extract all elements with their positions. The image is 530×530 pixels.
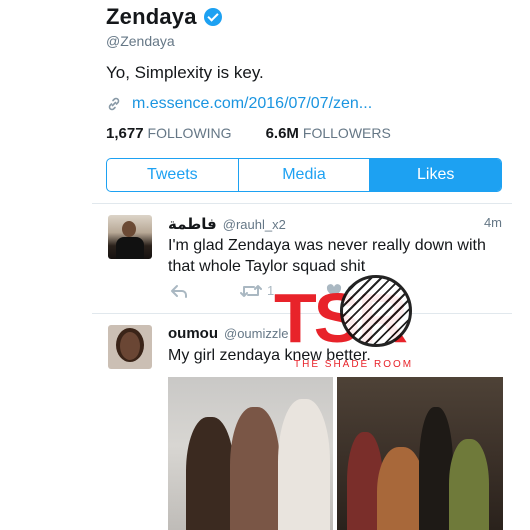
following-stat[interactable]: 1,677 FOLLOWING: [106, 125, 232, 142]
retweet-button[interactable]: 1: [240, 283, 274, 298]
photo-figure: [186, 417, 234, 530]
profile-name: Zendaya: [106, 4, 197, 29]
watermark-caption: THE SHADE ROOM: [294, 359, 414, 370]
avatar[interactable]: [108, 215, 152, 259]
verified-badge-icon: [203, 8, 222, 26]
reply-button[interactable]: [170, 284, 188, 298]
followers-stat[interactable]: 6.6M FOLLOWERS: [266, 125, 391, 142]
followers-label: FOLLOWERS: [302, 125, 391, 141]
shade-room-watermark: TSR THE SHADE ROOM: [274, 275, 520, 375]
avatar[interactable]: [108, 325, 152, 369]
tab-likes[interactable]: Likes: [370, 159, 501, 191]
profile-card: Zendaya @Zendaya Yo, Simplexity is key. …: [92, 0, 512, 530]
tweet-author[interactable]: oumou: [168, 325, 218, 342]
profile-stats: 1,677 FOLLOWING 6.6M FOLLOWERS: [106, 125, 512, 142]
profile-bio: Yo, Simplexity is key.: [106, 63, 264, 82]
tweet-handle[interactable]: @rauhl_x2: [223, 217, 286, 232]
following-count: 1,677: [106, 125, 144, 142]
profile-header: Zendaya @Zendaya Yo, Simplexity is key. …: [106, 4, 512, 142]
tweet-photo[interactable]: [168, 377, 333, 530]
tweet-author[interactable]: فاطمة: [168, 215, 217, 233]
photo-figure: [419, 407, 453, 530]
link-icon: [108, 97, 120, 111]
profile-link-row[interactable]: m.essence.com/2016/07/07/zen...: [106, 95, 512, 113]
retweet-icon: [240, 284, 262, 297]
tweet-text: I'm glad Zendaya was never really down w…: [168, 237, 486, 275]
tweet-timestamp[interactable]: 4m: [484, 215, 502, 230]
tab-media[interactable]: Media: [239, 159, 371, 191]
profile-tabs: Tweets Media Likes: [106, 158, 502, 192]
reply-icon: [171, 284, 187, 298]
tweet-photo[interactable]: [337, 377, 503, 530]
following-label: FOLLOWING: [147, 125, 232, 141]
followers-count: 6.6M: [265, 125, 299, 142]
photo-figure: [230, 407, 280, 530]
photo-figure: [377, 447, 425, 530]
tab-tweets[interactable]: Tweets: [107, 159, 239, 191]
photo-figure: [449, 439, 489, 530]
photo-figure: [278, 399, 330, 530]
profile-handle: @Zendaya: [106, 33, 175, 49]
profile-link[interactable]: m.essence.com/2016/07/07/zen...: [132, 95, 372, 113]
watermark-circle: [340, 275, 412, 347]
